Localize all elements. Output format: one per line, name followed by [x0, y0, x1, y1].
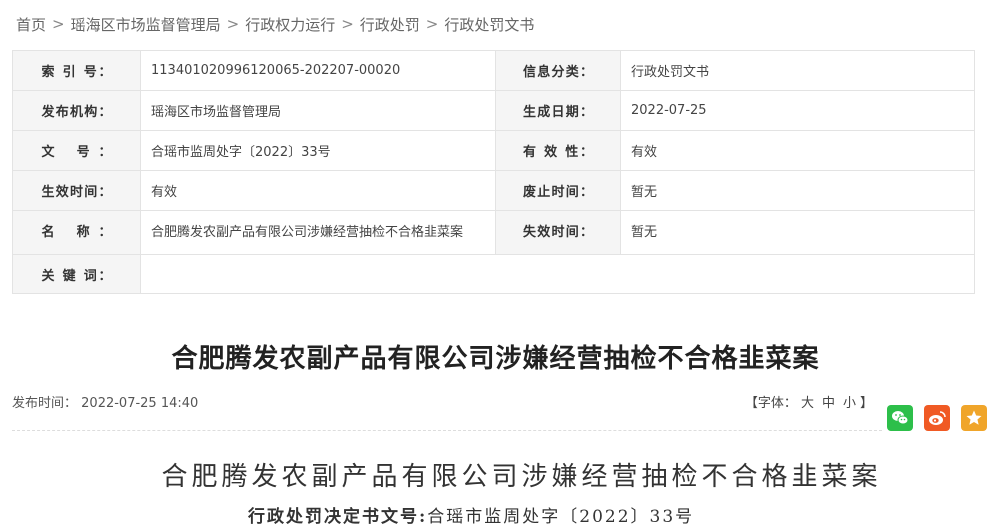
breadcrumb-separator: >: [226, 15, 240, 33]
validity-value: 有效: [620, 130, 975, 171]
weibo-glyph: [929, 411, 946, 425]
breadcrumb-penalty-docs[interactable]: 行政处罚文书: [444, 14, 534, 35]
name-label: 名 称：: [12, 210, 141, 255]
effective-time-value: 有效: [140, 170, 496, 211]
name-value: 合肥腾发农副产品有限公司涉嫌经营抽检不合格韭菜案: [140, 210, 496, 255]
repeal-time-label: 废止时间：: [495, 170, 621, 211]
breadcrumb-home[interactable]: 首页: [16, 14, 46, 35]
created-date-value: 2022-07-25: [620, 90, 975, 131]
document-number-label: 行政处罚决定书文号:: [248, 507, 428, 527]
created-date-label: 生成日期：: [495, 90, 621, 131]
table-row: 关 键 词：: [12, 254, 975, 294]
breadcrumb-penalty[interactable]: 行政处罚: [360, 14, 420, 35]
publish-time-label: 发布时间：: [12, 396, 78, 411]
repeal-time-value: 暂无: [620, 170, 975, 211]
keywords-value: [140, 254, 975, 294]
wechat-icon[interactable]: [887, 405, 913, 431]
font-size-large-button[interactable]: 大: [801, 396, 814, 411]
publisher-value: 瑶海区市场监督管理局: [140, 90, 496, 131]
document-number-value: 合瑶市监周处字〔2022〕33号: [427, 507, 695, 527]
font-size-suffix: 】: [859, 396, 873, 411]
font-size-controls: 【字体： 大中小】: [745, 392, 873, 411]
doc-number-label: 文 号：: [12, 130, 141, 171]
expire-time-label: 失效时间：: [495, 210, 621, 255]
table-row: 索 引 号： 113401020996120065-202207-00020 信…: [12, 50, 975, 91]
table-row: 文 号： 合瑶市监周处字〔2022〕33号 有 效 性： 有效: [12, 130, 975, 171]
breadcrumb: 首页 > 瑶海区市场监督管理局 > 行政权力运行 > 行政处罚 > 行政处罚文书: [16, 12, 534, 36]
article-title: 合肥腾发农副产品有限公司涉嫌经营抽检不合格韭菜案: [171, 344, 820, 374]
publisher-label: 发布机构：: [12, 90, 141, 131]
breadcrumb-bureau[interactable]: 瑶海区市场监督管理局: [71, 14, 221, 35]
doc-number-value: 合瑶市监周处字〔2022〕33号: [140, 130, 496, 171]
index-value: 113401020996120065-202207-00020: [140, 50, 496, 91]
document-heading: 合肥腾发农副产品有限公司涉嫌经营抽检不合格韭菜案: [161, 462, 882, 492]
divider: [12, 430, 882, 431]
star-icon[interactable]: [961, 405, 987, 431]
share-toolbar: [887, 405, 987, 431]
publish-time: 发布时间： 2022-07-25 14:40: [12, 392, 198, 411]
star-glyph: [966, 410, 982, 425]
breadcrumb-separator: >: [425, 15, 439, 33]
breadcrumb-separator: >: [52, 15, 65, 33]
category-label: 信息分类：: [495, 50, 621, 91]
font-size-medium-button[interactable]: 中: [822, 396, 835, 411]
category-value: 行政处罚文书: [620, 50, 975, 91]
breadcrumb-admin-power[interactable]: 行政权力运行: [245, 14, 335, 35]
document-info-table: 索 引 号： 113401020996120065-202207-00020 信…: [12, 50, 975, 294]
document-number: 行政处罚决定书文号:合瑶市监周处字〔2022〕33号: [248, 502, 694, 527]
breadcrumb-separator: >: [341, 15, 354, 33]
index-label: 索 引 号：: [12, 50, 141, 91]
table-row: 发布机构： 瑶海区市场监督管理局 生成日期： 2022-07-25: [12, 90, 975, 131]
weibo-icon[interactable]: [924, 405, 950, 431]
effective-time-label: 生效时间：: [12, 170, 141, 211]
table-row: 生效时间： 有效 废止时间： 暂无: [12, 170, 975, 211]
expire-time-value: 暂无: [620, 210, 975, 255]
wechat-glyph: [892, 411, 909, 425]
keywords-label: 关 键 词：: [12, 254, 141, 294]
font-size-prefix: 【字体：: [744, 396, 797, 411]
validity-label: 有 效 性：: [495, 130, 621, 171]
table-row: 名 称： 合肥腾发农副产品有限公司涉嫌经营抽检不合格韭菜案 失效时间： 暂无: [12, 210, 975, 255]
font-size-small-button[interactable]: 小: [843, 396, 856, 411]
publish-time-value: 2022-07-25 14:40: [81, 396, 199, 411]
